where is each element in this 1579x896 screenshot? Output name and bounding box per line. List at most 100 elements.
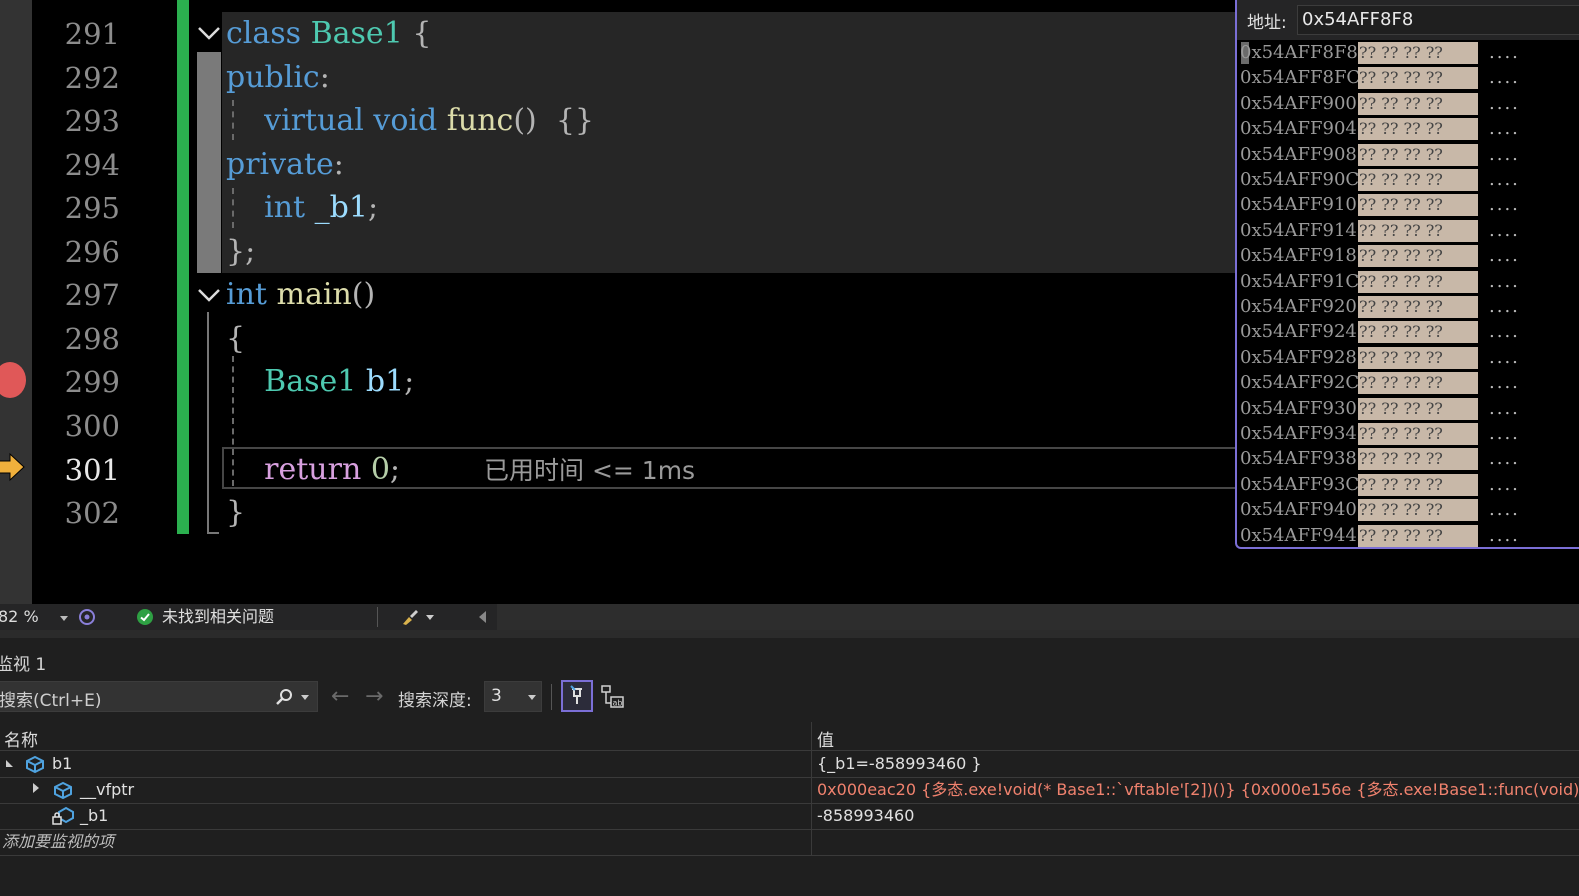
chevron-down-icon[interactable] [301, 695, 309, 700]
add-watch-placeholder[interactable]: 添加要监视的项 [2, 832, 114, 852]
memory-row-bytes[interactable]: ?? ?? ?? ?? [1358, 194, 1478, 217]
memory-row-bytes[interactable]: ?? ?? ?? ?? [1358, 372, 1478, 395]
memory-row-bytes[interactable]: ?? ?? ?? ?? [1358, 143, 1478, 166]
memory-row-bytes[interactable]: ?? ?? ?? ?? [1358, 346, 1478, 369]
memory-row-bytes[interactable]: ?? ?? ?? ?? [1358, 448, 1478, 471]
watch-row-b1[interactable]: b1 {_b1=-858993460 } [0, 751, 1579, 778]
memory-row-bytes[interactable]: ?? ?? ?? ?? [1358, 169, 1478, 191]
code-token: b1 [365, 364, 405, 399]
memory-row-bytes[interactable]: ?? ?? ?? ?? [1358, 296, 1478, 318]
memory-row[interactable]: 0x54AFF91C?? ?? ?? ??.... [1237, 269, 1579, 294]
column-header-name[interactable]: 名称 [4, 726, 38, 751]
memory-row-bytes[interactable]: ?? ?? ?? ?? [1358, 219, 1478, 242]
memory-row[interactable]: 0x54AFF930?? ?? ?? ??.... [1237, 396, 1579, 421]
memory-row[interactable]: 0x54AFF904?? ?? ?? ??.... [1237, 116, 1579, 141]
watch-row-vfptr[interactable]: __vfptr 0x000eac20 {多态.exe!void(* Base1:… [0, 777, 1579, 804]
watch-item-name[interactable]: _b1 [80, 806, 108, 826]
code-line[interactable]: int _b1; [226, 190, 378, 226]
memory-row-bytes[interactable]: ?? ?? ?? ?? [1358, 245, 1478, 268]
code-token: ; [404, 364, 415, 399]
zoom-dropdown[interactable]: 82 % [0, 605, 72, 629]
code-line[interactable]: virtual void func() {} [226, 103, 594, 139]
editor-status-bar: 82 % 未找到相关问题 [0, 604, 1579, 630]
issues-status[interactable]: 未找到相关问题 [162, 606, 274, 628]
code-line[interactable]: class Base1 { [226, 16, 431, 52]
toolbar-divider [551, 684, 552, 710]
code-line[interactable]: return 0; [226, 452, 400, 488]
copilot-icon[interactable] [78, 608, 96, 626]
fold-toggle-main-icon[interactable] [196, 282, 222, 308]
code-editor[interactable]: 291 292 293 294 295 296 297 298 299 300 301 302 cla… [0, 0, 1579, 604]
memory-row[interactable]: 0x54AFF8F8?? ?? ?? ??.... [1237, 40, 1579, 65]
memory-row[interactable]: 0x54AFF920?? ?? ?? ??.... [1237, 294, 1579, 319]
memory-row[interactable]: 0x54AFF8FC?? ?? ?? ??.... [1237, 65, 1579, 90]
line-number: 296 [64, 235, 120, 269]
expand-icon[interactable] [33, 783, 39, 793]
watch-search-input[interactable]: 搜索(Ctrl+E) [0, 681, 318, 712]
memory-row[interactable]: 0x54AFF940?? ?? ?? ??.... [1237, 497, 1579, 522]
memory-row[interactable]: 0x54AFF938?? ?? ?? ??.... [1237, 446, 1579, 471]
search-depth-dropdown[interactable]: 3 [484, 681, 542, 712]
memory-row[interactable]: 0x54AFF928?? ?? ?? ??.... [1237, 345, 1579, 370]
memory-row-bytes[interactable]: ?? ?? ?? ?? [1358, 524, 1478, 547]
memory-row-chars: .... [1489, 397, 1520, 419]
memory-row[interactable]: 0x54AFF900?? ?? ?? ??.... [1237, 91, 1579, 116]
memory-row[interactable]: 0x54AFF924?? ?? ?? ??.... [1237, 319, 1579, 344]
watch-item-value[interactable]: -858993460 [817, 806, 914, 826]
memory-row[interactable]: 0x54AFF93C?? ?? ?? ??.... [1237, 472, 1579, 497]
memory-row-bytes[interactable]: ?? ?? ?? ?? [1358, 423, 1478, 445]
code-line[interactable]: public: [226, 60, 330, 96]
view-as-tree-icon[interactable]: ab [599, 683, 625, 709]
memory-row-bytes[interactable]: ?? ?? ?? ?? [1358, 499, 1478, 522]
memory-row[interactable]: 0x54AFF910?? ?? ?? ??.... [1237, 192, 1579, 217]
memory-row-bytes[interactable]: ?? ?? ?? ?? [1358, 270, 1478, 293]
memory-row[interactable]: 0x54AFF908?? ?? ?? ??.... [1237, 142, 1579, 167]
code-cleanup-brush-icon[interactable] [400, 608, 420, 626]
memory-row-bytes[interactable]: ?? ?? ?? ?? [1358, 42, 1478, 64]
memory-row[interactable]: 0x54AFF944?? ?? ?? ??.... [1237, 523, 1579, 547]
watch-item-name[interactable]: b1 [52, 754, 72, 774]
memory-row-bytes[interactable]: ?? ?? ?? ?? [1358, 67, 1478, 90]
search-forward-icon[interactable]: → [365, 684, 383, 710]
breakpoint-icon[interactable] [0, 362, 26, 398]
chevron-down-icon [528, 695, 536, 700]
watch-item-value[interactable]: {_b1=-858993460 } [817, 754, 982, 774]
code-token: class [226, 16, 311, 51]
chevron-down-icon[interactable] [426, 615, 434, 620]
glyph-margin[interactable] [0, 0, 32, 604]
memory-row[interactable]: 0x54AFF92C?? ?? ?? ??.... [1237, 370, 1579, 395]
scroll-left-icon[interactable] [479, 611, 486, 623]
code-line[interactable]: int main() [226, 277, 375, 313]
search-icon[interactable] [275, 688, 293, 706]
fold-toggle-class-icon[interactable] [196, 20, 222, 46]
code-line[interactable]: } [226, 495, 245, 531]
watch-add-item-row[interactable]: 添加要监视的项 [0, 829, 1579, 856]
column-header-value[interactable]: 值 [817, 726, 834, 751]
search-depth-value: 3 [491, 686, 502, 706]
memory-row-bytes[interactable]: ?? ?? ?? ?? [1358, 118, 1478, 141]
code-line[interactable]: private: [226, 147, 344, 183]
memory-row[interactable]: 0x54AFF914?? ?? ?? ??.... [1237, 218, 1579, 243]
memory-row-address: 0x54AFF910 [1240, 194, 1357, 216]
memory-row[interactable]: 0x54AFF90C?? ?? ?? ??.... [1237, 167, 1579, 192]
memory-row-bytes[interactable]: ?? ?? ?? ?? [1358, 473, 1478, 496]
watch-item-name[interactable]: __vfptr [80, 780, 134, 800]
memory-row-bytes[interactable]: ?? ?? ?? ?? [1358, 321, 1478, 344]
watch-item-value[interactable]: 0x000eac20 {多态.exe!void(* Base1::`vftabl… [817, 780, 1579, 800]
watch-row-b1-field[interactable]: _b1 -858993460 [0, 803, 1579, 830]
memory-row[interactable]: 0x54AFF918?? ?? ?? ??.... [1237, 243, 1579, 268]
memory-row-address: 0x54AFF924 [1240, 321, 1357, 343]
code-line[interactable]: Base1 b1; [226, 364, 414, 400]
memory-row-chars: .... [1489, 194, 1520, 216]
memory-row-bytes[interactable]: ?? ?? ?? ?? [1358, 92, 1478, 115]
search-back-icon[interactable]: ← [331, 684, 349, 710]
pin-to-source-button[interactable] [561, 680, 593, 712]
code-line[interactable]: { [226, 321, 245, 357]
memory-row[interactable]: 0x54AFF934?? ?? ?? ??.... [1237, 421, 1579, 446]
memory-row-bytes[interactable]: ?? ?? ?? ?? [1358, 397, 1478, 420]
memory-address-input[interactable]: 0x54AFF8F8 [1297, 5, 1579, 35]
memory-row-address: 0x54AFF92C [1240, 372, 1360, 394]
horizontal-scrollbar[interactable] [497, 604, 1579, 630]
collapse-icon[interactable] [6, 760, 13, 767]
code-line[interactable]: }; [226, 234, 255, 270]
